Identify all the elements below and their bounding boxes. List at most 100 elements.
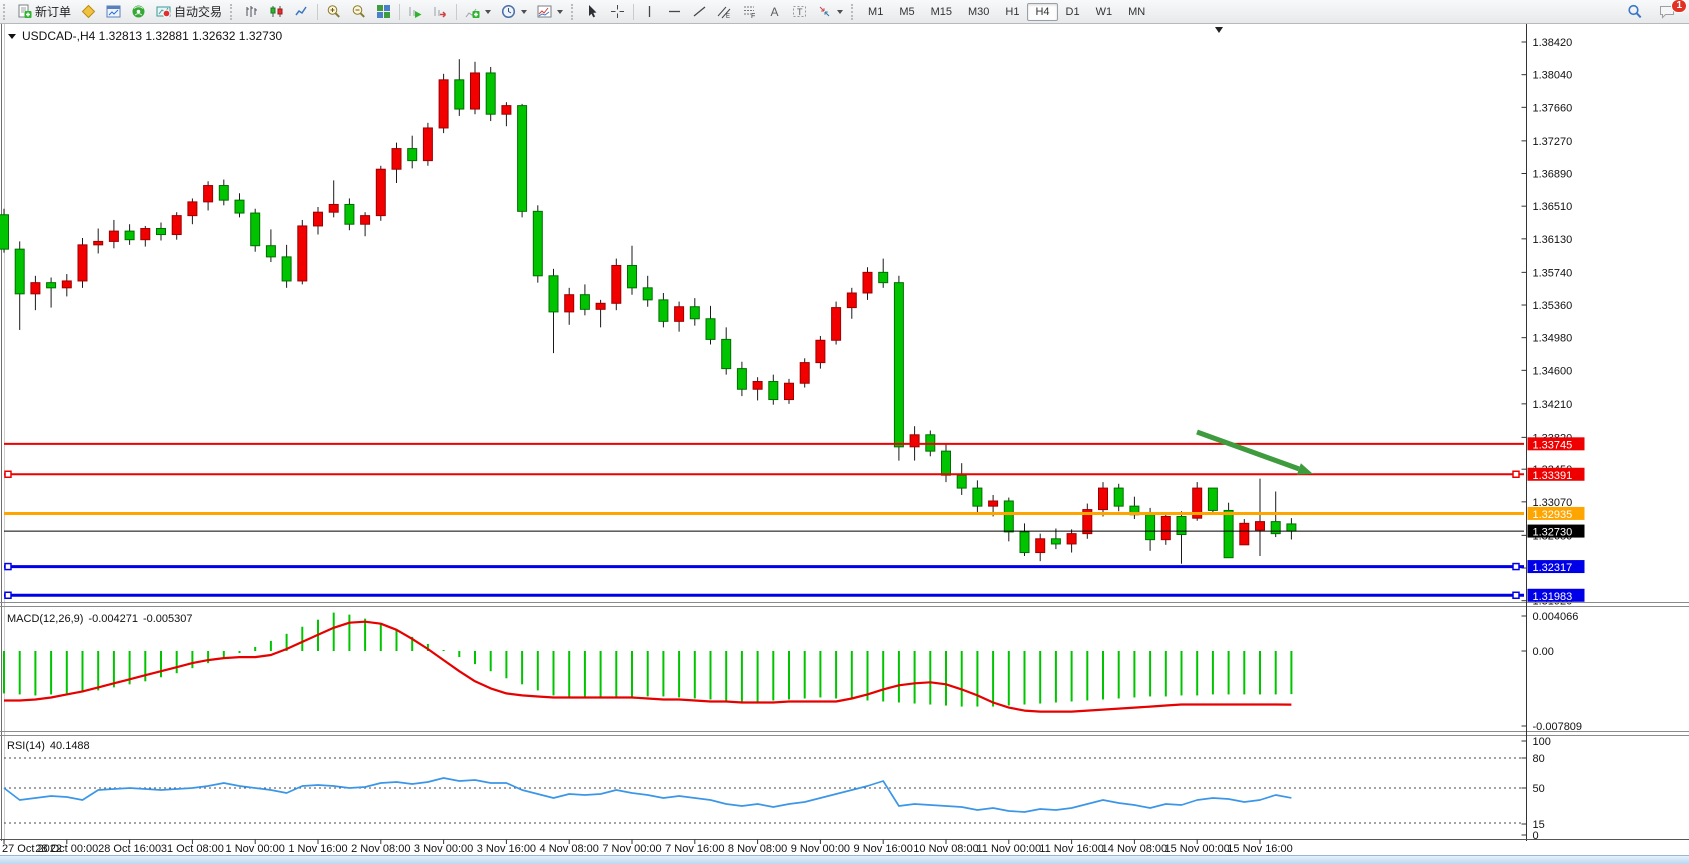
tile-windows-icon: [376, 4, 391, 19]
tab-timeframe-h1[interactable]: H1: [997, 3, 1027, 21]
price-label-text: 1.33745: [1533, 439, 1573, 451]
tab-timeframe-mn[interactable]: MN: [1120, 3, 1153, 21]
bar-chart-button[interactable]: [239, 2, 264, 21]
line-handle[interactable]: [5, 592, 11, 598]
candle: [722, 339, 731, 368]
text-button[interactable]: A: [762, 2, 787, 21]
candle: [1020, 532, 1029, 553]
auto-scroll-button[interactable]: [403, 2, 428, 21]
tab-timeframe-m30[interactable]: M30: [960, 3, 997, 21]
time-label: 7 Nov 00:00: [602, 843, 661, 855]
candle: [1146, 515, 1155, 540]
svg-text:E: E: [726, 14, 730, 19]
candle: [298, 226, 307, 281]
arrows-icon: [817, 4, 832, 19]
candle: [832, 308, 841, 341]
candle: [1099, 488, 1108, 509]
tab-timeframe-w1[interactable]: W1: [1088, 3, 1121, 21]
tab-timeframe-m1[interactable]: M1: [860, 3, 891, 21]
crosshair-button[interactable]: [605, 2, 630, 21]
time-label: 11 Nov 00:00: [976, 843, 1041, 855]
chart-canvas[interactable]: 1.384201.380401.376601.372701.368901.365…: [0, 24, 1689, 864]
line-chart-button[interactable]: [289, 2, 314, 21]
periods-button[interactable]: [496, 2, 532, 21]
market-window-button[interactable]: [101, 2, 126, 21]
macd-axis-label: 0.004066: [1533, 611, 1579, 623]
line-handle[interactable]: [1513, 471, 1519, 477]
metaeditor-button[interactable]: [76, 2, 101, 21]
chat-badge: 1: [1671, 0, 1687, 13]
line-handle[interactable]: [5, 564, 11, 570]
line-handle[interactable]: [5, 471, 11, 477]
candle: [392, 149, 401, 170]
candle: [753, 382, 762, 390]
candle: [141, 229, 150, 240]
candle: [706, 319, 715, 340]
candle: [31, 283, 40, 294]
candle: [266, 246, 275, 257]
status-strip: [0, 855, 1689, 864]
periods-icon: [501, 4, 516, 19]
main-toolbar: 新订单 自动交易 E F A T M1 M5 M15 M30 H1 H4 D1 …: [0, 0, 1689, 24]
svg-text:F: F: [751, 13, 755, 19]
time-label: 3 Nov 00:00: [414, 843, 473, 855]
rsi-axis-label: 100: [1533, 736, 1551, 748]
tab-timeframe-d1[interactable]: D1: [1058, 3, 1088, 21]
signals-button[interactable]: [126, 2, 151, 21]
templates-button[interactable]: [532, 2, 568, 21]
bar-chart-icon: [244, 4, 259, 19]
candle: [1161, 516, 1170, 539]
price-tick-label: 1.35360: [1533, 300, 1573, 312]
chat-button[interactable]: 1: [1654, 2, 1681, 22]
candle: [596, 303, 605, 309]
candle: [1067, 534, 1076, 544]
chart-shift-button[interactable]: [428, 2, 453, 21]
equidistant-channel-button[interactable]: E: [712, 2, 737, 21]
cursor-button[interactable]: [580, 2, 605, 21]
text-label-icon: T: [792, 4, 807, 19]
tab-timeframe-m15[interactable]: M15: [923, 3, 960, 21]
indicators-button[interactable]: [460, 2, 496, 21]
price-label-text: 1.33391: [1533, 470, 1573, 482]
autotrading-button[interactable]: 自动交易: [151, 1, 227, 22]
market-window-icon: [106, 4, 121, 19]
search-button[interactable]: [1622, 2, 1648, 22]
candle: [816, 340, 825, 362]
time-label: 7 Nov 16:00: [665, 843, 724, 855]
time-label: 2 Nov 08:00: [351, 843, 410, 855]
time-label: 28 Oct 00:00: [35, 843, 98, 855]
price-tick-label: 1.37270: [1533, 136, 1573, 148]
line-handle[interactable]: [1513, 592, 1519, 598]
fibonacci-button[interactable]: F: [737, 2, 762, 21]
line-handle[interactable]: [1513, 564, 1519, 570]
rsi-axis-label: 50: [1533, 783, 1545, 795]
vertical-line-button[interactable]: [637, 2, 662, 21]
candle: [847, 293, 856, 308]
time-label: 3 Nov 16:00: [477, 843, 536, 855]
candlestick-chart-button[interactable]: [264, 2, 289, 21]
tab-timeframe-m5[interactable]: M5: [891, 3, 922, 21]
zoom-in-button[interactable]: [321, 2, 346, 21]
new-order-button[interactable]: 新订单: [12, 1, 76, 22]
text-label-button[interactable]: T: [787, 2, 812, 21]
templates-icon: [537, 4, 552, 19]
candle: [172, 216, 181, 235]
trendline-button[interactable]: [687, 2, 712, 21]
time-label: 8 Nov 08:00: [728, 843, 787, 855]
candle: [455, 80, 464, 109]
zoom-in-icon: [326, 4, 341, 19]
candle: [800, 363, 809, 384]
chevron-down-icon: [485, 10, 491, 14]
zoom-out-button[interactable]: [346, 2, 371, 21]
candle: [47, 283, 56, 288]
price-label-text: 1.32317: [1533, 562, 1573, 574]
tile-windows-button[interactable]: [371, 2, 396, 21]
horizontal-line-button[interactable]: [662, 2, 687, 21]
tab-timeframe-h4[interactable]: H4: [1027, 3, 1057, 21]
arrows-button[interactable]: [812, 2, 848, 21]
chart-window[interactable]: 1.384201.380401.376601.372701.368901.365…: [0, 24, 1689, 864]
candle: [251, 213, 260, 246]
candle: [580, 295, 589, 310]
candle: [329, 204, 338, 212]
price-tick-label: 1.34210: [1533, 399, 1573, 411]
